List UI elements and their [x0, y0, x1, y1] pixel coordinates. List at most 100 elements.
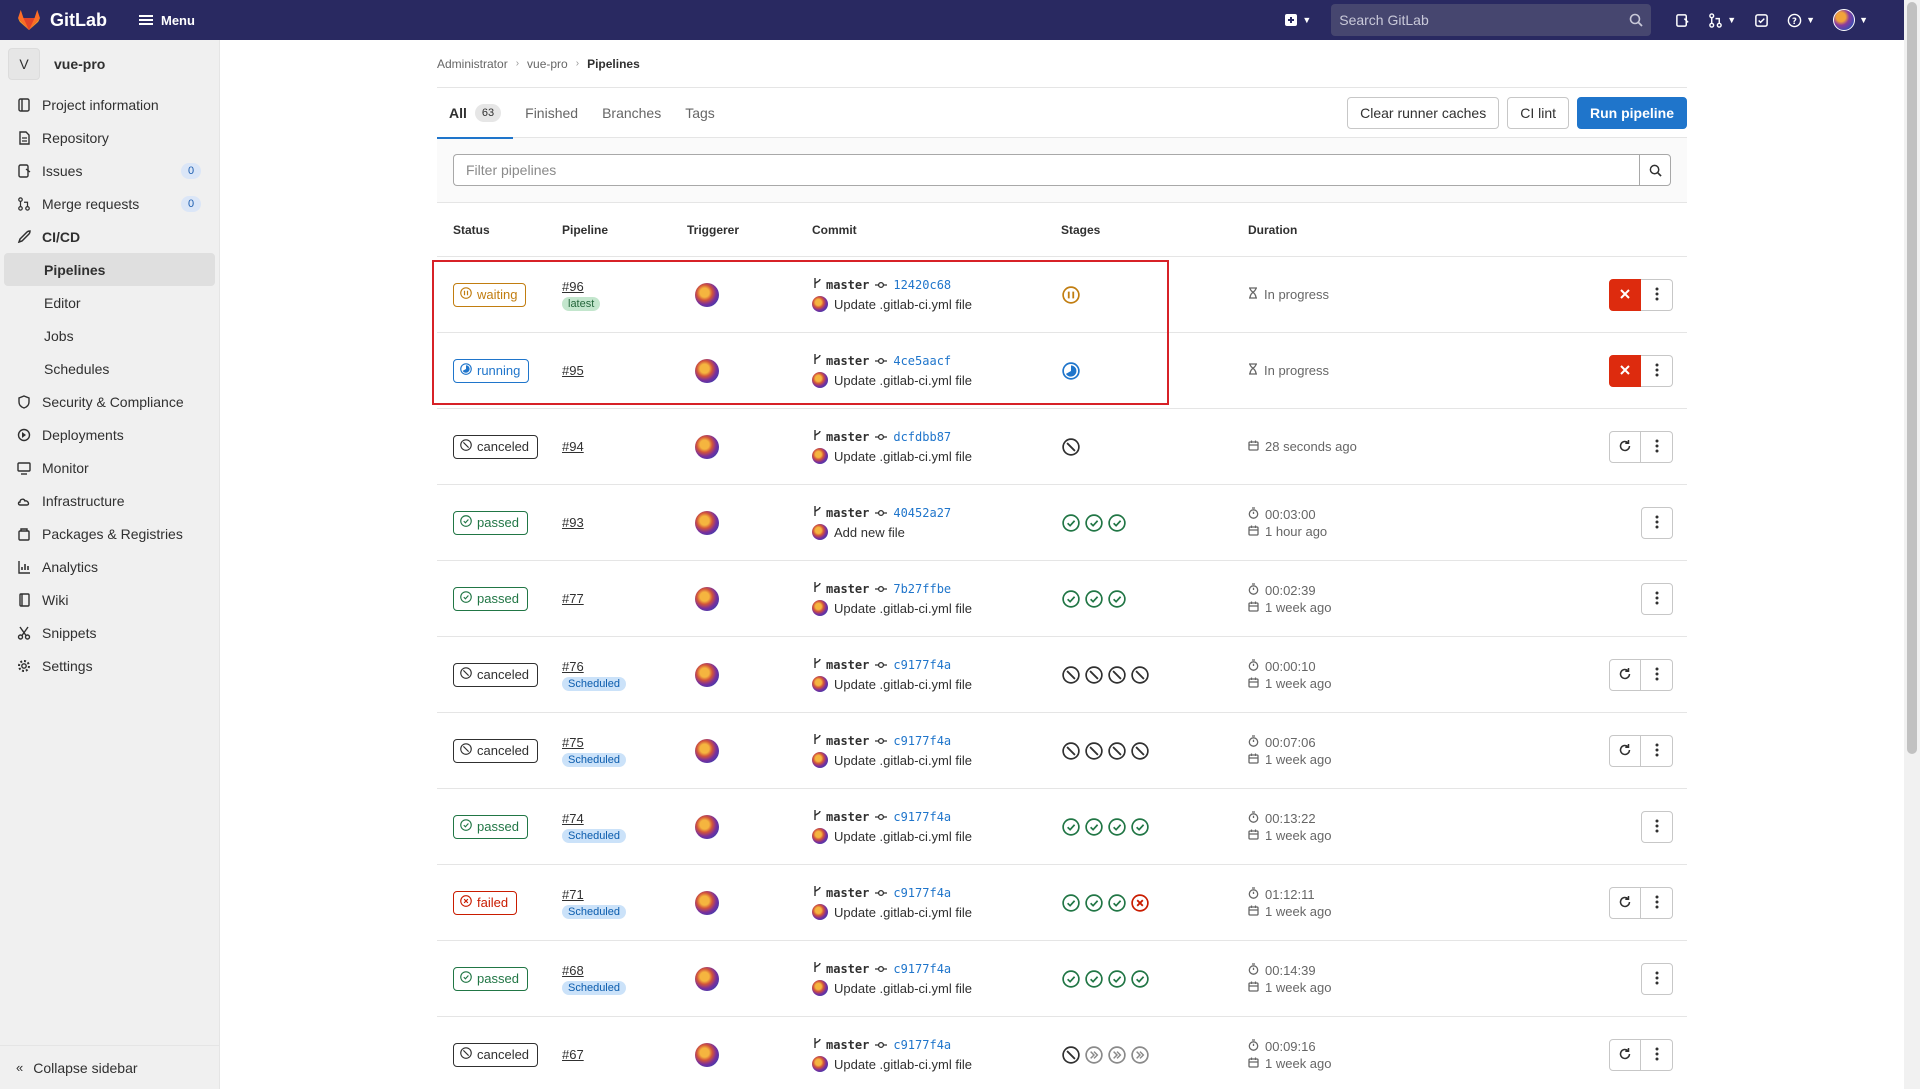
- commit-message-link[interactable]: Update .gitlab-ci.yml file: [834, 905, 972, 920]
- stage-skipped-icon[interactable]: [1084, 1045, 1104, 1065]
- commit-message-link[interactable]: Update .gitlab-ci.yml file: [834, 601, 972, 616]
- commit-message-link[interactable]: Update .gitlab-ci.yml file: [834, 449, 972, 464]
- commit-sha-link[interactable]: 40452a27: [893, 506, 951, 520]
- more-actions-button[interactable]: [1641, 431, 1673, 463]
- sidebar-subitem-schedules[interactable]: Schedules: [4, 352, 215, 385]
- pipeline-id-link[interactable]: #93: [562, 515, 687, 530]
- commit-sha-link[interactable]: c9177f4a: [893, 886, 951, 900]
- pipeline-id-link[interactable]: #75: [562, 735, 687, 750]
- commit-sha-link[interactable]: 7b27ffbe: [893, 582, 951, 596]
- more-actions-button[interactable]: [1641, 887, 1673, 919]
- status-badge[interactable]: waiting: [453, 282, 527, 307]
- retry-pipeline-button[interactable]: [1609, 431, 1641, 463]
- more-actions-button[interactable]: [1641, 1039, 1673, 1071]
- stage-canceled-icon[interactable]: [1061, 1045, 1081, 1065]
- commit-author-avatar[interactable]: [812, 980, 828, 996]
- breadcrumb-administrator[interactable]: Administrator: [437, 57, 508, 71]
- status-badge[interactable]: passed: [453, 510, 528, 535]
- stage-canceled-icon[interactable]: [1130, 741, 1150, 761]
- more-actions-button[interactable]: [1641, 507, 1673, 539]
- stage-passed-icon[interactable]: [1084, 969, 1104, 989]
- triggerer-avatar[interactable]: [695, 586, 719, 611]
- breadcrumb-current[interactable]: Pipelines: [587, 57, 640, 71]
- tab-branches[interactable]: Branches: [590, 88, 673, 138]
- commit-message-link[interactable]: Update .gitlab-ci.yml file: [834, 981, 972, 996]
- branch-link[interactable]: master: [826, 658, 869, 672]
- stage-canceled-icon[interactable]: [1061, 741, 1081, 761]
- filter-pipelines-input[interactable]: [453, 154, 1639, 186]
- commit-author-avatar[interactable]: [812, 372, 828, 388]
- breadcrumb-project[interactable]: vue-pro: [527, 57, 568, 71]
- triggerer-avatar[interactable]: [695, 890, 719, 915]
- status-badge[interactable]: passed: [453, 966, 528, 991]
- stage-passed-icon[interactable]: [1084, 589, 1104, 609]
- stage-passed-icon[interactable]: [1061, 817, 1081, 837]
- commit-author-avatar[interactable]: [812, 752, 828, 768]
- sidebar-subitem-jobs[interactable]: Jobs: [4, 319, 215, 352]
- stage-passed-icon[interactable]: [1084, 513, 1104, 533]
- stage-passed-icon[interactable]: [1061, 893, 1081, 913]
- sidebar-item-infrastructure[interactable]: Infrastructure: [0, 484, 219, 517]
- collapse-sidebar-button[interactable]: « Collapse sidebar: [0, 1045, 219, 1089]
- sidebar-item-analytics[interactable]: Analytics: [0, 550, 219, 583]
- sidebar-item-merge-requests[interactable]: Merge requests 0: [0, 187, 219, 220]
- triggerer-avatar[interactable]: [695, 662, 719, 687]
- triggerer-avatar[interactable]: [695, 966, 719, 991]
- commit-sha-link[interactable]: c9177f4a: [893, 810, 951, 824]
- commit-sha-link[interactable]: dcfdbb87: [893, 430, 951, 444]
- commit-author-avatar[interactable]: [812, 296, 828, 312]
- stage-passed-icon[interactable]: [1130, 969, 1150, 989]
- pipeline-id-link[interactable]: #95: [562, 363, 687, 378]
- pipeline-id-link[interactable]: #67: [562, 1047, 687, 1062]
- commit-author-avatar[interactable]: [812, 600, 828, 616]
- commit-message-link[interactable]: Update .gitlab-ci.yml file: [834, 829, 972, 844]
- branch-link[interactable]: master: [826, 962, 869, 976]
- triggerer-avatar[interactable]: [695, 434, 719, 459]
- commit-author-avatar[interactable]: [812, 904, 828, 920]
- more-actions-button[interactable]: [1641, 735, 1673, 767]
- stage-canceled-icon[interactable]: [1084, 741, 1104, 761]
- pipeline-id-link[interactable]: #68: [562, 963, 687, 978]
- stage-passed-icon[interactable]: [1107, 513, 1127, 533]
- sidebar-item-deployments[interactable]: Deployments: [0, 418, 219, 451]
- status-badge[interactable]: passed: [453, 814, 528, 839]
- status-badge[interactable]: canceled: [453, 738, 539, 763]
- gitlab-home-link[interactable]: GitLab: [16, 0, 107, 40]
- triggerer-avatar[interactable]: [695, 738, 719, 763]
- sidebar-item-security-compliance[interactable]: Security & Compliance: [0, 385, 219, 418]
- stage-passed-icon[interactable]: [1107, 969, 1127, 989]
- sidebar-item-issues[interactable]: Issues 0: [0, 154, 219, 187]
- status-badge[interactable]: failed: [453, 890, 518, 915]
- status-badge[interactable]: canceled: [453, 434, 539, 459]
- issues-nav-button[interactable]: [1669, 6, 1696, 34]
- commit-author-avatar[interactable]: [812, 448, 828, 464]
- stage-passed-icon[interactable]: [1107, 589, 1127, 609]
- commit-author-avatar[interactable]: [812, 828, 828, 844]
- triggerer-avatar[interactable]: [695, 814, 719, 839]
- commit-author-avatar[interactable]: [812, 676, 828, 692]
- commit-sha-link[interactable]: 12420c68: [893, 278, 951, 292]
- stage-passed-icon[interactable]: [1107, 817, 1127, 837]
- retry-pipeline-button[interactable]: [1609, 735, 1641, 767]
- triggerer-avatar[interactable]: [695, 358, 719, 383]
- pipeline-id-link[interactable]: #94: [562, 439, 687, 454]
- stage-passed-icon[interactable]: [1107, 893, 1127, 913]
- commit-sha-link[interactable]: c9177f4a: [893, 962, 951, 976]
- stage-canceled-icon[interactable]: [1107, 741, 1127, 761]
- status-badge[interactable]: canceled: [453, 662, 539, 687]
- branch-link[interactable]: master: [826, 582, 869, 596]
- clear-runner-caches-button[interactable]: Clear runner caches: [1347, 97, 1500, 129]
- stage-passed-icon[interactable]: [1084, 817, 1104, 837]
- sidebar-item-wiki[interactable]: Wiki: [0, 583, 219, 616]
- triggerer-avatar[interactable]: [695, 282, 719, 307]
- branch-link[interactable]: master: [826, 354, 869, 368]
- pipeline-id-link[interactable]: #74: [562, 811, 687, 826]
- stage-passed-icon[interactable]: [1061, 589, 1081, 609]
- retry-pipeline-button[interactable]: [1609, 1039, 1641, 1071]
- commit-sha-link[interactable]: c9177f4a: [893, 734, 951, 748]
- more-actions-button[interactable]: [1641, 659, 1673, 691]
- cancel-pipeline-button[interactable]: [1609, 355, 1641, 387]
- stage-canceled-icon[interactable]: [1084, 665, 1104, 685]
- stage-passed-icon[interactable]: [1061, 969, 1081, 989]
- sidebar-item-cicd[interactable]: CI/CD: [0, 220, 219, 253]
